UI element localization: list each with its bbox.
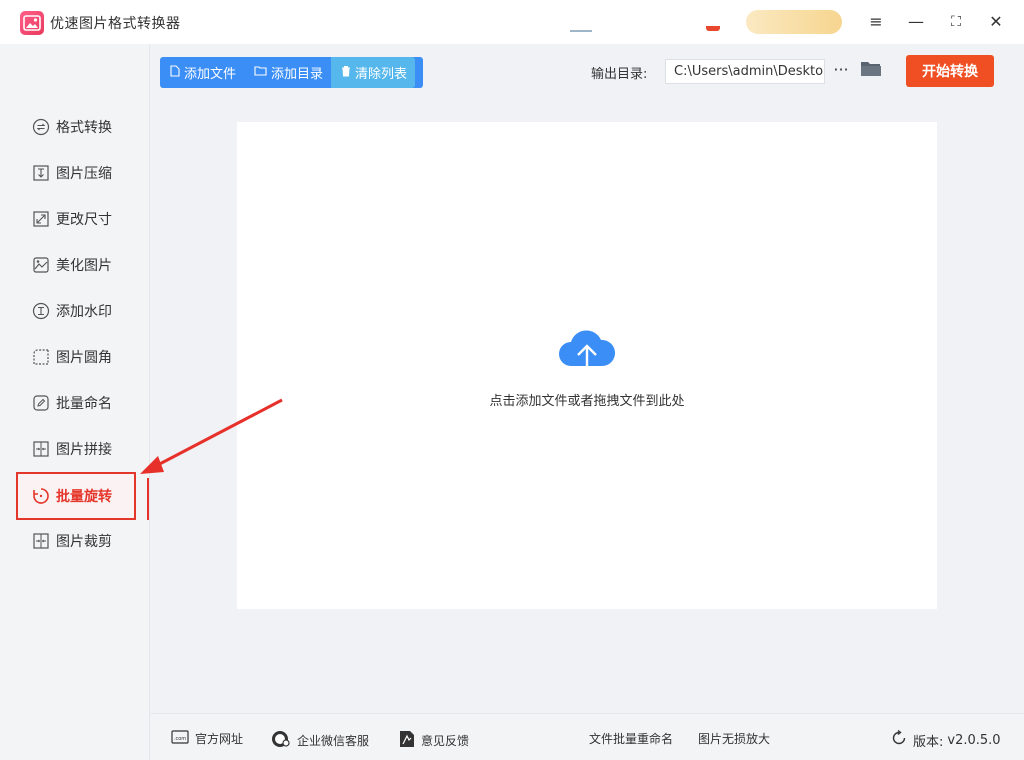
cloud-upload-icon (557, 328, 617, 384)
round-corner-icon (32, 348, 50, 366)
start-convert-button[interactable]: 开始转换 (906, 55, 994, 87)
sidebar-item-resize[interactable]: 更改尺寸 (18, 200, 136, 238)
batch-rename-label: 文件批量重命名 (589, 732, 674, 746)
app-title: 优速图片格式转换器 (50, 16, 181, 32)
refresh-icon[interactable] (891, 729, 907, 750)
lossless-enlarge-link[interactable]: 图片无损放大 (698, 730, 770, 747)
app-logo-icon (20, 11, 44, 35)
trash-icon (341, 65, 351, 81)
version-label: 版本: (913, 734, 944, 750)
website-link[interactable]: .com 官方网址 (171, 730, 243, 747)
minimize-icon[interactable]: — (904, 10, 928, 34)
file-icon (170, 64, 180, 81)
stitch-icon (32, 440, 50, 458)
titlebar-decoration (570, 30, 592, 32)
output-dir-field[interactable]: C:\Users\admin\Deskto (665, 59, 825, 84)
titlebar-decoration (706, 26, 720, 31)
sidebar-item-stitch[interactable]: 图片拼接 (18, 430, 136, 468)
folder-outline-icon (254, 65, 267, 80)
close-icon[interactable]: ✕ (984, 10, 1008, 34)
crop-icon (32, 532, 50, 550)
rotate-icon (32, 487, 50, 505)
sidebar-item-label: 批量命名 (56, 396, 112, 412)
lossless-enlarge-label: 图片无损放大 (698, 732, 771, 746)
file-dropzone[interactable]: 点击添加文件或者拖拽文件到此处 (237, 122, 937, 609)
version-number: v2.0.5.0 (947, 732, 1001, 748)
sidebar-item-crop[interactable]: 图片裁剪 (18, 522, 136, 560)
clear-list-label: 清除列表 (355, 67, 408, 82)
sidebar-item-label: 图片拼接 (56, 442, 112, 458)
feedback-label: 意见反馈 (421, 734, 470, 748)
sidebar-item-beautify[interactable]: 美化图片 (18, 246, 136, 284)
more-icon[interactable]: ··· (832, 58, 850, 82)
footer-bar: .com 官方网址 企业微信客服 意见反馈 文件批量重命名 图片无损放大 版本:… (151, 713, 1024, 760)
sidebar-item-rename[interactable]: 批量命名 (18, 384, 136, 422)
resize-icon (32, 210, 50, 228)
sidebar-item-label: 添加水印 (56, 304, 112, 320)
compress-icon (32, 164, 50, 182)
feedback-icon (399, 730, 415, 751)
sidebar-item-round-corner[interactable]: 图片圆角 (18, 338, 136, 376)
website-icon: .com (171, 730, 189, 747)
open-folder-icon[interactable] (860, 60, 882, 82)
beautify-icon (32, 256, 50, 274)
maximize-icon[interactable]: ⛶ (944, 10, 968, 34)
feedback-link[interactable]: 意见反馈 (399, 730, 469, 751)
sidebar-item-compress[interactable]: 图片压缩 (18, 154, 136, 192)
clear-list-button[interactable]: 清除列表 (331, 57, 416, 88)
add-folder-button[interactable]: 添加目录 (244, 57, 331, 88)
add-folder-label: 添加目录 (271, 67, 324, 82)
add-file-button[interactable]: 添加文件 (160, 57, 244, 88)
format-convert-icon (32, 118, 50, 136)
dropzone-hint: 点击添加文件或者拖拽文件到此处 (489, 394, 685, 409)
sidebar: 格式转换 图片压缩 更改尺寸 美化图片 添加水印 图片圆角 批量命名 图片拼接 … (0, 44, 150, 760)
sidebar-item-label: 图片圆角 (56, 350, 112, 366)
sidebar-item-format-convert[interactable]: 格式转换 (18, 108, 136, 146)
add-file-label: 添加文件 (184, 67, 237, 82)
rename-icon (32, 394, 50, 412)
sidebar-item-label: 美化图片 (56, 258, 112, 274)
sidebar-item-label: 更改尺寸 (56, 212, 112, 228)
sidebar-item-label: 图片压缩 (56, 166, 112, 182)
wechat-icon (271, 730, 291, 751)
wechat-label: 企业微信客服 (297, 734, 370, 748)
title-bar: 优速图片格式转换器 ≡ — ⛶ ✕ (0, 0, 1024, 44)
toolbar-file-actions: 添加文件 添加目录 清除列表 (160, 57, 423, 88)
batch-rename-link[interactable]: 文件批量重命名 (589, 730, 673, 747)
promo-banner[interactable] (746, 10, 842, 34)
sidebar-item-label: 格式转换 (56, 120, 112, 136)
wechat-service-link[interactable]: 企业微信客服 (271, 730, 369, 751)
menu-icon[interactable]: ≡ (864, 10, 888, 34)
version-info: 版本: v2.0.5.0 (891, 729, 1001, 750)
sidebar-item-label: 图片裁剪 (56, 534, 112, 550)
svg-text:.com: .com (174, 736, 186, 742)
sidebar-item-label: 批量旋转 (56, 489, 112, 505)
website-label: 官方网址 (195, 732, 244, 746)
sidebar-item-rotate[interactable]: 批量旋转 (16, 472, 136, 520)
watermark-icon (32, 302, 50, 320)
sidebar-item-watermark[interactable]: 添加水印 (18, 292, 136, 330)
output-dir-label: 输出目录: (591, 67, 648, 82)
